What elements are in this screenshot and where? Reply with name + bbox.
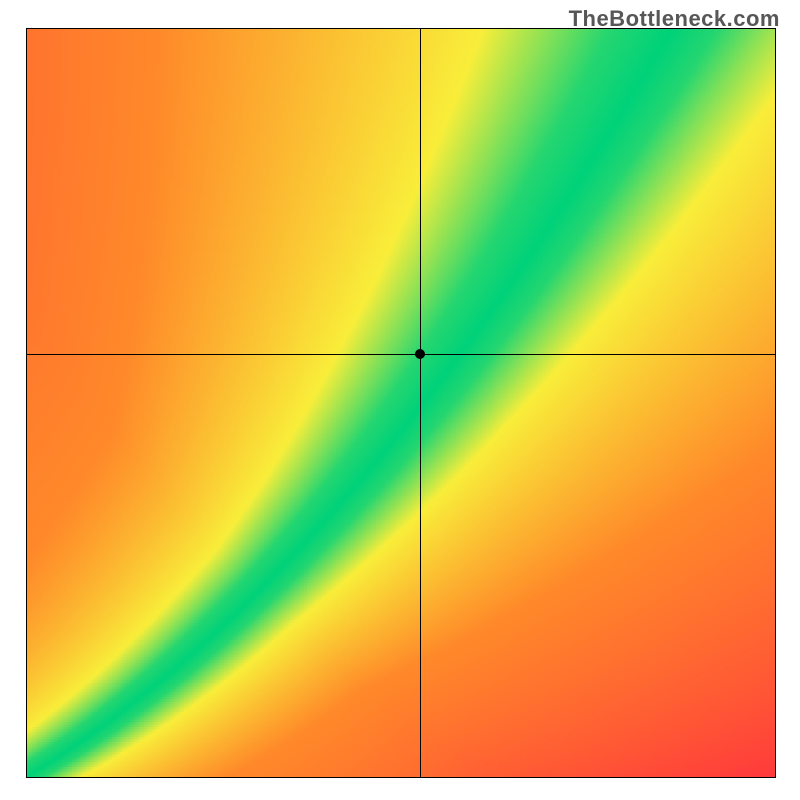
heatmap-canvas xyxy=(27,29,775,777)
crosshair-vertical xyxy=(420,29,421,777)
chart-container: TheBottleneck.com xyxy=(0,0,800,800)
target-marker xyxy=(415,349,425,359)
heatmap-plot xyxy=(26,28,776,778)
crosshair-horizontal xyxy=(27,354,775,355)
